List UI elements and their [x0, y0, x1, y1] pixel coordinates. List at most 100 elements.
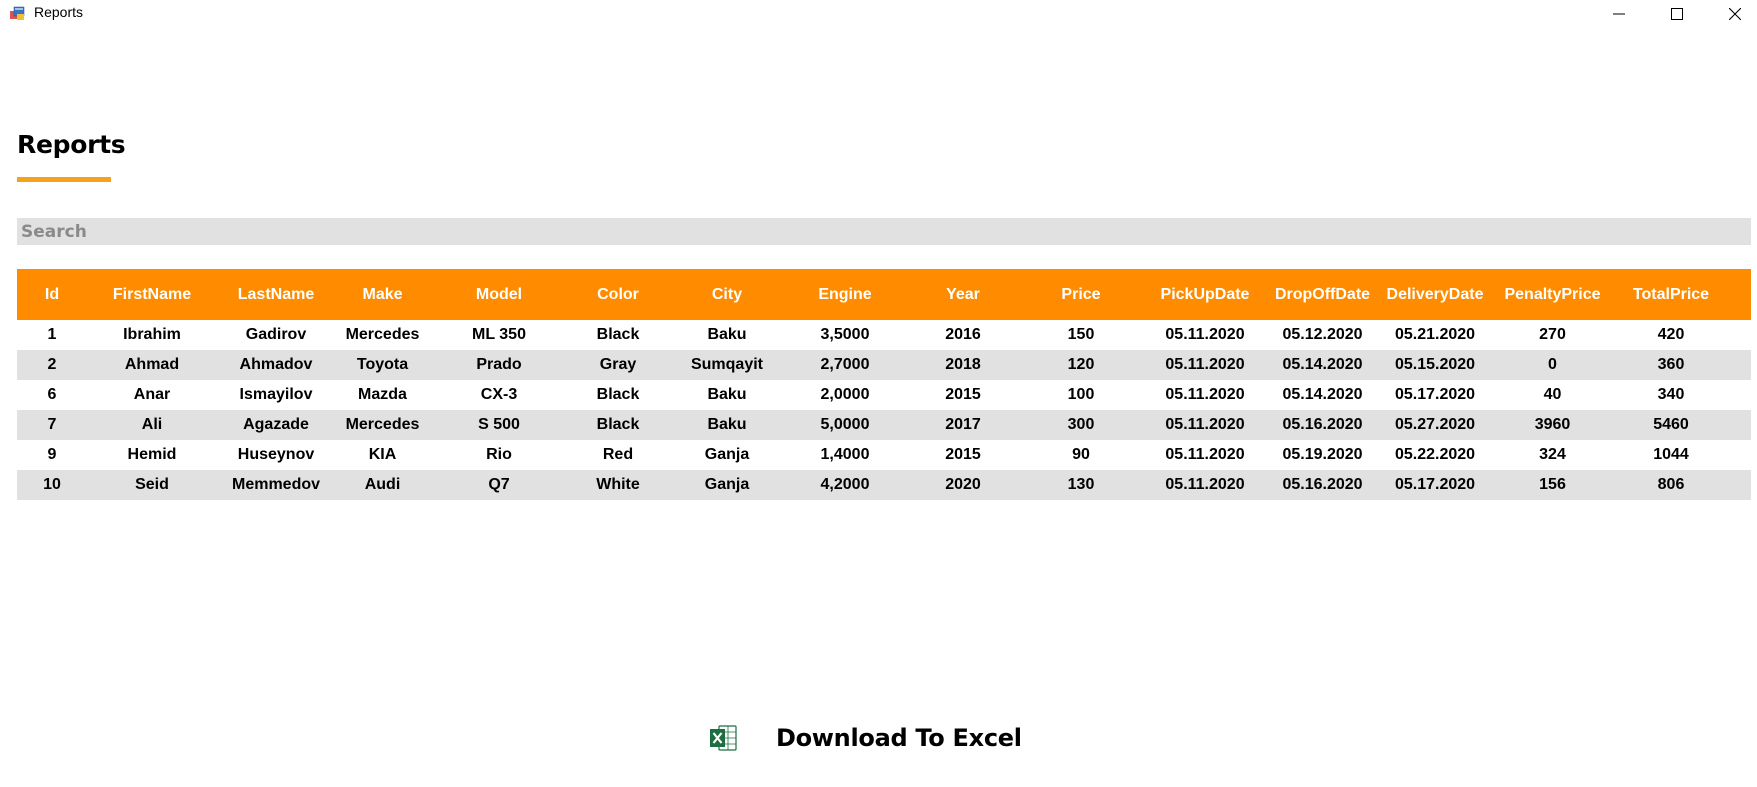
- cell-model[interactable]: Prado: [430, 356, 568, 374]
- cell-id[interactable]: 7: [17, 416, 87, 434]
- cell-firstname[interactable]: Anar: [87, 386, 217, 404]
- cell-city[interactable]: Baku: [668, 416, 786, 434]
- column-header-make[interactable]: Make: [335, 286, 430, 304]
- cell-model[interactable]: CX-3: [430, 386, 568, 404]
- cell-deliverydate[interactable]: 05.21.2020: [1375, 326, 1495, 344]
- cell-lastname[interactable]: Gadirov: [217, 326, 335, 344]
- table-row[interactable]: 10 Seid Memmedov Audi Q7 White Ganja 4,2000 2020…: [17, 470, 1751, 500]
- cell-color[interactable]: Black: [568, 386, 668, 404]
- cell-year[interactable]: 2015: [904, 386, 1022, 404]
- cell-deliverydate[interactable]: 05.27.2020: [1375, 416, 1495, 434]
- cell-id[interactable]: 6: [17, 386, 87, 404]
- column-header-firstname[interactable]: FirstName: [87, 286, 217, 304]
- column-header-year[interactable]: Year: [904, 286, 1022, 304]
- cell-model[interactable]: S 500: [430, 416, 568, 434]
- cell-price[interactable]: 100: [1022, 386, 1140, 404]
- cell-firstname[interactable]: Seid: [87, 476, 217, 494]
- column-header-engine[interactable]: Engine: [786, 286, 904, 304]
- cell-year[interactable]: 2016: [904, 326, 1022, 344]
- cell-dropoffdate[interactable]: 05.16.2020: [1270, 416, 1375, 434]
- cell-pickupdate[interactable]: 05.11.2020: [1140, 476, 1270, 494]
- cell-color[interactable]: White: [568, 476, 668, 494]
- cell-deliverydate[interactable]: 05.15.2020: [1375, 356, 1495, 374]
- cell-price[interactable]: 300: [1022, 416, 1140, 434]
- cell-id[interactable]: 9: [17, 446, 87, 464]
- column-header-model[interactable]: Model: [430, 286, 568, 304]
- column-header-city[interactable]: City: [668, 286, 786, 304]
- cell-dropoffdate[interactable]: 05.16.2020: [1270, 476, 1375, 494]
- cell-price[interactable]: 150: [1022, 326, 1140, 344]
- column-header-deliverydate[interactable]: DeliveryDate: [1375, 286, 1495, 304]
- column-header-totalprice[interactable]: TotalPrice: [1610, 286, 1732, 304]
- cell-color[interactable]: Black: [568, 326, 668, 344]
- cell-penaltyprice[interactable]: 270: [1495, 326, 1610, 344]
- cell-color[interactable]: Black: [568, 416, 668, 434]
- maximize-button[interactable]: [1648, 0, 1706, 28]
- cell-deliverydate[interactable]: 05.17.2020: [1375, 476, 1495, 494]
- cell-totalprice[interactable]: 806: [1610, 476, 1732, 494]
- cell-id[interactable]: 2: [17, 356, 87, 374]
- cell-firstname[interactable]: Hemid: [87, 446, 217, 464]
- cell-firstname[interactable]: Ali: [87, 416, 217, 434]
- column-header-penaltyprice[interactable]: PenaltyPrice: [1495, 286, 1610, 304]
- cell-color[interactable]: Red: [568, 446, 668, 464]
- cell-engine[interactable]: 2,0000: [786, 386, 904, 404]
- cell-dropoffdate[interactable]: 05.19.2020: [1270, 446, 1375, 464]
- table-row[interactable]: 1 Ibrahim Gadirov Mercedes ML 350 Black Baku 3,…: [17, 320, 1751, 350]
- table-row[interactable]: 2 Ahmad Ahmadov Toyota Prado Gray Sumqayit 2,70…: [17, 350, 1751, 380]
- cell-city[interactable]: Sumqayit: [668, 356, 786, 374]
- cell-model[interactable]: Rio: [430, 446, 568, 464]
- cell-year[interactable]: 2020: [904, 476, 1022, 494]
- column-header-color[interactable]: Color: [568, 286, 668, 304]
- cell-deliverydate[interactable]: 05.17.2020: [1375, 386, 1495, 404]
- cell-price[interactable]: 130: [1022, 476, 1140, 494]
- cell-totalprice[interactable]: 420: [1610, 326, 1732, 344]
- cell-city[interactable]: Baku: [668, 326, 786, 344]
- cell-totalprice[interactable]: 5460: [1610, 416, 1732, 434]
- cell-lastname[interactable]: Huseynov: [217, 446, 335, 464]
- table-row[interactable]: 9 Hemid Huseynov KIA Rio Red Ganja 1,4000 2015 90…: [17, 440, 1751, 470]
- cell-year[interactable]: 2018: [904, 356, 1022, 374]
- cell-engine[interactable]: 1,4000: [786, 446, 904, 464]
- column-header-lastname[interactable]: LastName: [217, 286, 335, 304]
- cell-dropoffdate[interactable]: 05.14.2020: [1270, 386, 1375, 404]
- download-to-excel-button[interactable]: Download To Excel: [708, 718, 1022, 758]
- cell-dropoffdate[interactable]: 05.12.2020: [1270, 326, 1375, 344]
- cell-engine[interactable]: 2,7000: [786, 356, 904, 374]
- cell-penaltyprice[interactable]: 324: [1495, 446, 1610, 464]
- cell-year[interactable]: 2015: [904, 446, 1022, 464]
- column-header-pickupdate[interactable]: PickUpDate: [1140, 286, 1270, 304]
- cell-engine[interactable]: 3,5000: [786, 326, 904, 344]
- cell-engine[interactable]: 4,2000: [786, 476, 904, 494]
- cell-firstname[interactable]: Ibrahim: [87, 326, 217, 344]
- cell-price[interactable]: 90: [1022, 446, 1140, 464]
- column-header-price[interactable]: Price: [1022, 286, 1140, 304]
- close-button[interactable]: [1706, 0, 1757, 28]
- cell-id[interactable]: 10: [17, 476, 87, 494]
- search-input[interactable]: [17, 218, 1751, 245]
- cell-model[interactable]: Q7: [430, 476, 568, 494]
- column-header-dropoffdate[interactable]: DropOffDate: [1270, 286, 1375, 304]
- cell-year[interactable]: 2017: [904, 416, 1022, 434]
- cell-totalprice[interactable]: 1044: [1610, 446, 1732, 464]
- table-row[interactable]: 7 Ali Agazade Mercedes S 500 Black Baku 5,0000 2…: [17, 410, 1751, 440]
- cell-deliverydate[interactable]: 05.22.2020: [1375, 446, 1495, 464]
- cell-lastname[interactable]: Agazade: [217, 416, 335, 434]
- cell-lastname[interactable]: Ismayilov: [217, 386, 335, 404]
- cell-city[interactable]: Ganja: [668, 446, 786, 464]
- cell-pickupdate[interactable]: 05.11.2020: [1140, 326, 1270, 344]
- cell-make[interactable]: Mercedes: [335, 416, 430, 434]
- cell-penaltyprice[interactable]: 0: [1495, 356, 1610, 374]
- cell-make[interactable]: Toyota: [335, 356, 430, 374]
- minimize-button[interactable]: [1590, 0, 1648, 28]
- cell-make[interactable]: KIA: [335, 446, 430, 464]
- cell-make[interactable]: Mazda: [335, 386, 430, 404]
- cell-dropoffdate[interactable]: 05.14.2020: [1270, 356, 1375, 374]
- table-row[interactable]: 6 Anar Ismayilov Mazda CX-3 Black Baku 2,0000 20…: [17, 380, 1751, 410]
- cell-penaltyprice[interactable]: 40: [1495, 386, 1610, 404]
- cell-id[interactable]: 1: [17, 326, 87, 344]
- cell-pickupdate[interactable]: 05.11.2020: [1140, 416, 1270, 434]
- cell-make[interactable]: Mercedes: [335, 326, 430, 344]
- cell-pickupdate[interactable]: 05.11.2020: [1140, 386, 1270, 404]
- cell-city[interactable]: Baku: [668, 386, 786, 404]
